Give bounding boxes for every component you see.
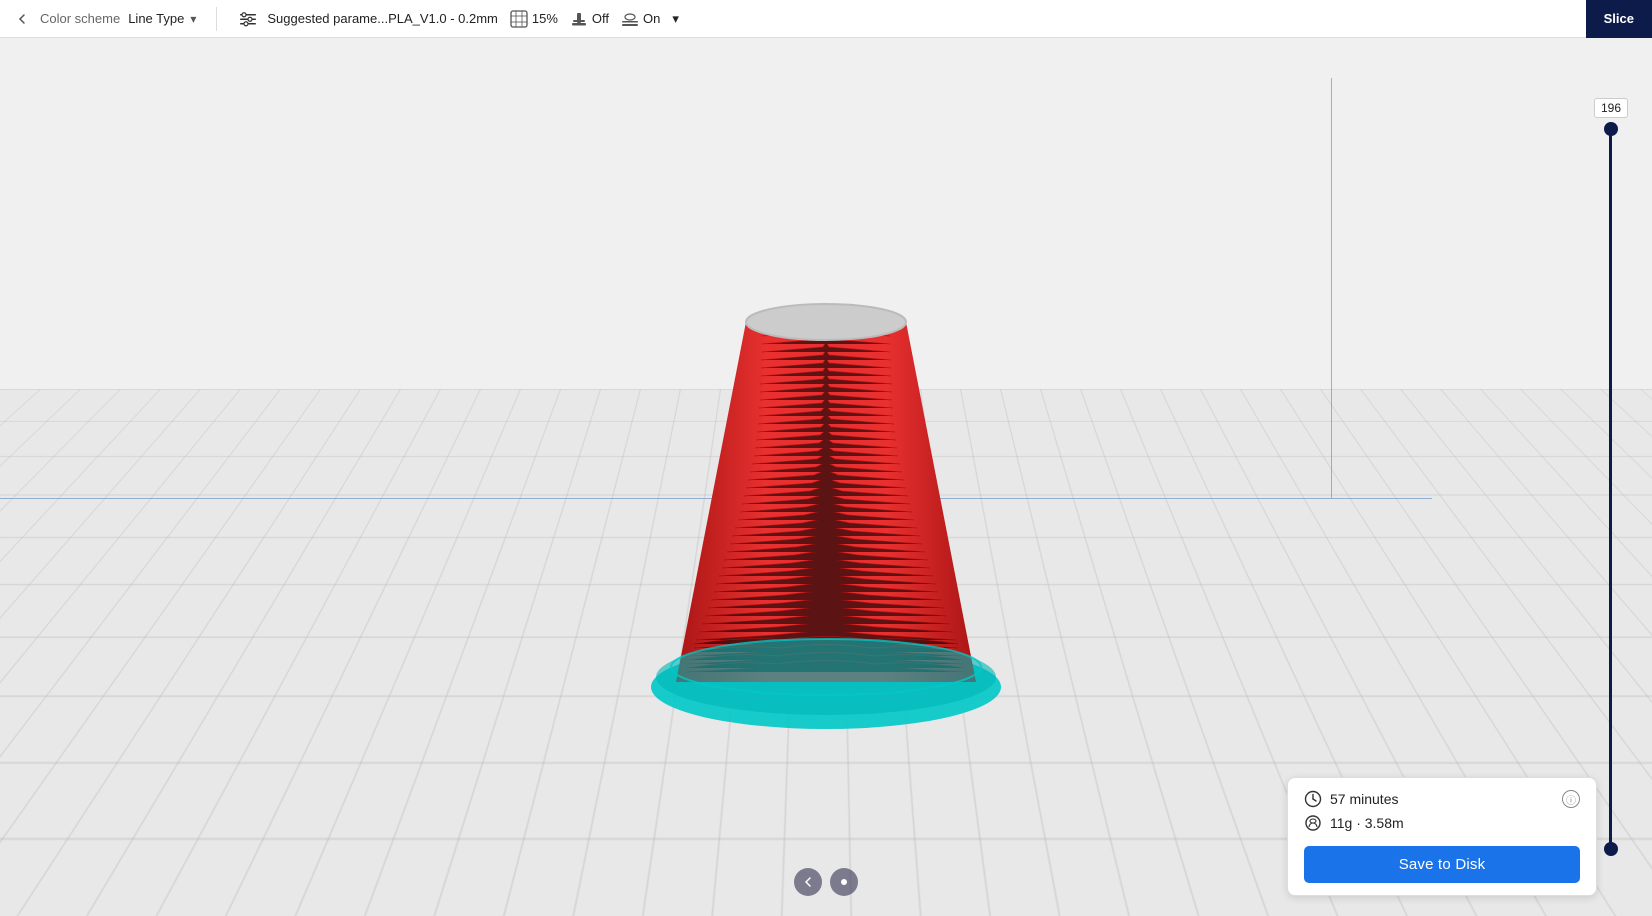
slider-track[interactable] (1609, 122, 1612, 856)
cup-object (616, 252, 1036, 752)
toolbar-end: Slice (1586, 0, 1652, 38)
toolbar-right: Suggested parame...PLA_V1.0 - 0.2mm 15% (225, 8, 1585, 30)
weight-value: 11g · 3.58m (1330, 815, 1404, 831)
color-scheme-dropdown[interactable]: Line Type ▾ (128, 11, 196, 26)
slice-button[interactable]: Slice (1586, 0, 1652, 38)
adhesion-icon (621, 10, 639, 28)
weight-icon (1304, 814, 1322, 832)
toolbar: Color scheme Line Type ▾ Suggested param… (0, 0, 1652, 38)
support-badge[interactable]: Off (570, 10, 609, 28)
infill-icon (510, 10, 528, 28)
slider-handle-top[interactable] (1604, 122, 1618, 136)
layer-slider[interactable]: 196 (1594, 98, 1628, 856)
settings-chevron[interactable]: ▾ (672, 11, 679, 27)
time-value: 57 minutes (1330, 791, 1398, 807)
weight-info: 11g · 3.58m (1304, 814, 1404, 832)
color-scheme-label: Color scheme (40, 11, 120, 26)
support-icon (570, 10, 588, 28)
settings-sliders-icon (237, 8, 259, 30)
save-to-disk-button[interactable]: Save to Disk (1304, 846, 1580, 883)
left-chevron-icon[interactable] (12, 9, 32, 29)
toolbar-divider (216, 7, 217, 31)
weight-row: 11g · 3.58m (1304, 814, 1580, 832)
time-info: 57 minutes (1304, 790, 1398, 808)
time-icon (1304, 790, 1322, 808)
suggested-params-button[interactable]: Suggested parame...PLA_V1.0 - 0.2mm (237, 8, 498, 30)
adhesion-badge[interactable]: On (621, 10, 660, 28)
suggested-params-text: Suggested parame...PLA_V1.0 - 0.2mm (267, 11, 498, 26)
time-info-icon[interactable]: ⓘ (1562, 790, 1580, 808)
adhesion-label: On (643, 11, 660, 26)
infill-badge[interactable]: 15% (510, 10, 558, 28)
settings-chevron-icon: ▾ (672, 11, 679, 27)
layer-top-value: 196 (1594, 98, 1628, 118)
slider-handle-bottom[interactable] (1604, 842, 1618, 856)
time-row: 57 minutes ⓘ (1304, 790, 1580, 808)
color-scheme-value: Line Type (128, 11, 184, 26)
color-scheme-chevron-icon: ▾ (190, 12, 196, 26)
nav-dot-left[interactable] (794, 868, 822, 896)
corner-line-vertical (1331, 78, 1332, 498)
bottom-nav (794, 868, 858, 896)
info-panel: 57 minutes ⓘ 11g · 3.58m Save to Disk (1287, 777, 1597, 896)
nav-dot-right[interactable] (830, 868, 858, 896)
toolbar-left: Color scheme Line Type ▾ (0, 9, 208, 29)
viewport: 196 (0, 38, 1652, 916)
infill-percent: 15% (532, 11, 558, 26)
support-label: Off (592, 11, 609, 26)
